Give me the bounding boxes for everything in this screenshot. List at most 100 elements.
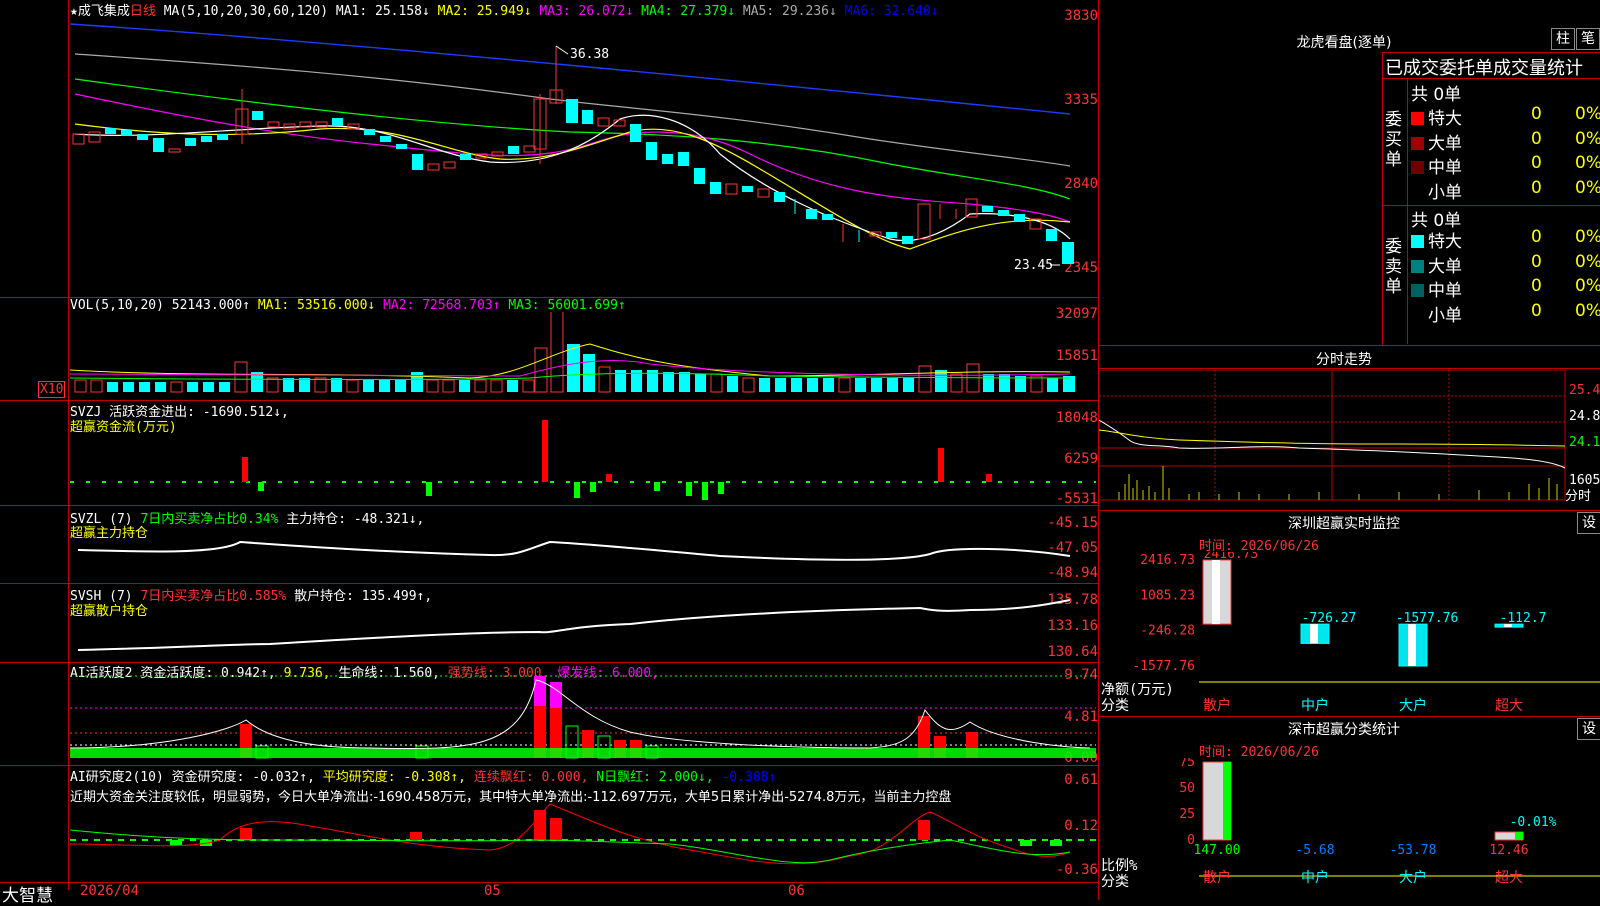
ai2-chart [70, 803, 1096, 865]
sell-row: 大单 0 0% [1411, 251, 1600, 277]
classify-ytick: 25 [1179, 807, 1195, 822]
color-swatch [1411, 235, 1424, 248]
monitor-title: 深圳超赢实时监控 [1288, 516, 1400, 532]
buy-row-count: 0 [1531, 104, 1542, 124]
buy-row-label: 特大 [1428, 109, 1462, 129]
classify-bar-green [1223, 762, 1231, 840]
monitor-value-label: -112.7 [1500, 611, 1547, 626]
sell-row-label: 特大 [1428, 232, 1462, 252]
classify-ytick: 75 [1179, 758, 1195, 770]
classify-title: 深市超赢分类统计 [1288, 722, 1400, 738]
svsh-chart [77, 599, 1071, 651]
tick-mode-button[interactable]: 笔 [1576, 28, 1600, 50]
date-tick: 2026/04 [80, 883, 140, 899]
classify-value-label: 147.00 [1194, 843, 1241, 858]
monitor-category: 超大 [1495, 698, 1523, 712]
vol-bars [74, 312, 1075, 393]
fenshi-title: 分时走势 [1316, 352, 1372, 368]
sell-row-label: 小单 [1428, 305, 1462, 326]
buy-total: 共 0单 [1411, 85, 1462, 105]
classify-ylabel: 比例% [1101, 858, 1138, 874]
classify-category: 大户 [1399, 869, 1427, 886]
monitor-ytick: -1577.76 [1132, 659, 1195, 674]
ai2-header: AI研究度2(10) 资金研究度: -0.032↑, 平均研究度: -0.308… [70, 770, 777, 785]
longhu-title: 龙虎看盘(逐单) [1296, 35, 1392, 51]
monitor-ytick: -246.28 [1140, 624, 1195, 639]
fenshi-unit: 分时 [1565, 489, 1591, 504]
sell-row-count: 0 [1531, 227, 1542, 247]
monitor-bar-highlight [1408, 624, 1416, 666]
vol-unit-badge: X10 [38, 381, 66, 398]
classify-ytick: 50 [1179, 781, 1195, 796]
buy-row: 中单 0 0% [1411, 153, 1600, 178]
sell-row-count: 0 [1531, 251, 1542, 272]
bar-mode-button[interactable]: 柱 [1551, 28, 1575, 50]
sell-row-pct: 0% [1575, 251, 1600, 272]
monitor-value-label: 2416.73 [1204, 552, 1259, 562]
buy-row-count: 0 [1531, 177, 1542, 198]
monitor-ytick: 2416.73 [1140, 553, 1195, 568]
color-swatch [1411, 259, 1424, 273]
intraday-chart[interactable]: 25.47 24.80 24.12 1605 分时 [1099, 370, 1600, 508]
buy-row-count: 0 [1531, 128, 1542, 149]
classify-settings-button[interactable]: 设 [1577, 718, 1600, 740]
classify-bar-chart[interactable]: 7550250 147.00散户-5.68中户-53.78大户12.46超大-0… [1099, 758, 1600, 900]
sell-row-pct: 0% [1575, 276, 1600, 296]
brand-label: 大智慧 [2, 886, 53, 906]
low-label: 23.45 [1014, 258, 1053, 273]
monitor-category: 大户 [1399, 697, 1427, 712]
date-tick: 06 [788, 883, 805, 899]
monitor-settings-button[interactable]: 设 [1577, 512, 1600, 534]
buy-row-label: 大单 [1428, 133, 1462, 154]
sell-row-label: 大单 [1428, 256, 1462, 277]
sell-row-label: 中单 [1428, 281, 1462, 301]
monitor-ylabel: 净额(万元) [1101, 682, 1174, 698]
monitor-category: 中户 [1301, 697, 1329, 712]
monitor-bar-chart[interactable]: 2416.73 1085.23 -246.28 -1577.76 2416.73 散户 -… [1099, 552, 1600, 712]
svzj-chart [70, 420, 1096, 500]
sell-row-count: 0 [1531, 300, 1542, 321]
color-swatch [1411, 309, 1424, 322]
classify-bar-green [1515, 832, 1523, 840]
date-tick: 05 [484, 883, 501, 899]
monitor-xlabel: 分类 [1101, 698, 1129, 712]
monitor-value-label: -726.27 [1302, 611, 1357, 626]
ai1-bars [70, 676, 1096, 759]
high-label: 36.38 [570, 47, 609, 62]
color-swatch [1411, 112, 1424, 125]
candlestick-chart[interactable]: 36.38 23.45 [70, 14, 1096, 296]
svzl-chart [77, 540, 1071, 561]
candles [72, 46, 1074, 264]
buy-row-label: 小单 [1428, 182, 1462, 203]
buy-row: 特大 0 0% [1411, 104, 1600, 129]
fenshi-ytick: 24.80 [1569, 409, 1600, 424]
sell-row: 小单 0 0% [1411, 300, 1600, 326]
sell-row-pct: 0% [1575, 300, 1600, 321]
ma2-line [74, 123, 1071, 250]
color-swatch [1411, 284, 1424, 297]
vol-header: VOL(5,10,20) 52143.000↑ MA1: 53516.000↓ … [70, 298, 626, 313]
sell-row-pct: 0% [1575, 227, 1600, 247]
color-swatch [1411, 186, 1424, 199]
buy-row-label: 中单 [1428, 158, 1462, 178]
color-swatch [1411, 161, 1424, 174]
left-chart-area[interactable]: ★成飞集成日线 MA(5,10,20,30,60,120) MA1: 25.15… [0, 0, 1099, 906]
color-swatch [1411, 136, 1424, 150]
fenshi-vol: 1605 [1569, 473, 1600, 488]
classify-category: 中户 [1301, 869, 1329, 886]
classify-value-label: 12.46 [1489, 843, 1528, 858]
buy-side-label: 委买单 [1385, 110, 1402, 170]
buy-row: 大单 0 0% [1411, 128, 1600, 154]
classify-value-label: -5.68 [1295, 843, 1334, 858]
sell-row: 中单 0 0% [1411, 276, 1600, 301]
sell-row-count: 0 [1531, 276, 1542, 296]
fenshi-ytick: 24.12 [1569, 435, 1600, 450]
ai1-chart [70, 675, 1096, 759]
buy-row-pct: 0% [1575, 104, 1600, 124]
monitor-ytick: 1085.23 [1140, 588, 1195, 603]
buy-row-count: 0 [1531, 153, 1542, 173]
sell-row: 特大 0 0% [1411, 227, 1600, 252]
sell-side-label: 委卖单 [1385, 237, 1402, 297]
monitor-bar-highlight [1310, 624, 1318, 644]
monitor-bar-highlight [1212, 560, 1220, 625]
